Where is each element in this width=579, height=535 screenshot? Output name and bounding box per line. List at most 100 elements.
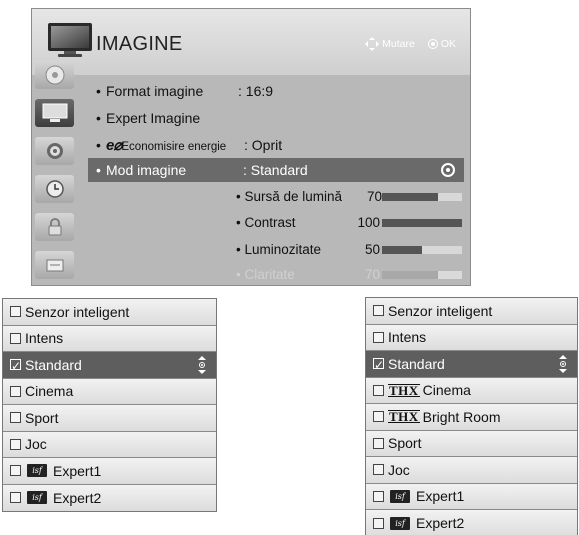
tv-icon <box>48 23 92 57</box>
checkbox-icon <box>373 305 384 317</box>
list-item-label: Expert1 <box>416 488 465 505</box>
list-item-intens[interactable]: Intens <box>366 324 577 351</box>
list-item-label: Expert1 <box>53 462 102 479</box>
hint-ok-text: OK <box>440 38 456 50</box>
menu-item-value: : Oprit <box>244 137 283 153</box>
list-item-label: Cinema <box>25 383 74 400</box>
thx-logo-icon: THX <box>388 409 420 425</box>
sidebar-audio[interactable] <box>35 137 74 165</box>
checkbox-icon <box>373 331 384 343</box>
checkbox-icon <box>10 332 21 344</box>
picture-mode-list-right: Senzor inteligent Intens Standard THX Ci… <box>365 297 578 535</box>
checkbox-icon <box>10 492 21 504</box>
list-item-sport[interactable]: Sport <box>3 405 216 432</box>
menu-item-picture-mode[interactable]: • Mod imagine : Standard <box>88 158 464 182</box>
list-item-sport[interactable]: Sport <box>366 430 577 457</box>
menu-item-aspect-ratio[interactable]: • Format imagine : 16:9 <box>88 79 464 103</box>
level-bar <box>382 219 462 227</box>
setting-sharpness[interactable]: • Claritate 70 <box>236 264 464 285</box>
sidebar-picture[interactable] <box>35 99 74 127</box>
navigation-hint: Mutare OK <box>365 37 456 51</box>
menu-item-label: Format imagine <box>106 83 204 99</box>
ok-button-icon <box>427 39 438 49</box>
list-item-standard[interactable]: Standard <box>366 351 577 378</box>
clock-icon <box>45 180 64 198</box>
checkbox-icon <box>10 412 21 424</box>
checkbox-icon <box>10 385 21 397</box>
list-item-label: Joc <box>388 461 410 478</box>
checkbox-icon <box>373 437 384 449</box>
list-item-joc[interactable]: Joc <box>366 457 577 484</box>
checkbox-icon <box>373 517 384 529</box>
list-item-senzor-inteligent[interactable]: Senzor inteligent <box>3 299 216 326</box>
move-arrows-icon <box>365 37 380 51</box>
list-item-expert2[interactable]: isf Expert2 <box>3 484 216 511</box>
sidebar-lock[interactable] <box>35 213 74 241</box>
isf-logo-icon: isf <box>27 464 47 478</box>
eco-icon: e⌀ <box>106 137 122 154</box>
menu-item-value: : 16:9 <box>238 83 274 99</box>
list-item-expert1[interactable]: isf Expert1 <box>366 483 577 510</box>
menu-title: IMAGINE <box>96 33 183 55</box>
isf-logo-icon: isf <box>27 491 47 505</box>
sidebar-options[interactable] <box>35 251 74 279</box>
picture-mode-list-left: Senzor inteligent Intens Standard Cinema… <box>2 298 217 512</box>
setting-contrast[interactable]: • Contrast 100 <box>236 212 464 234</box>
list-item-label: Bright Room <box>422 408 501 425</box>
checkbox-icon <box>373 384 384 396</box>
menu-header: IMAGINE Mutare OK <box>32 9 470 75</box>
checkbox-icon <box>10 306 21 318</box>
isf-logo-icon: isf <box>390 489 410 503</box>
list-item-standard[interactable]: Standard <box>3 352 216 379</box>
hint-move-text: Mutare <box>382 38 415 50</box>
menu-item-expert-picture[interactable]: • Expert Imagine <box>88 106 464 130</box>
list-item-senzor-inteligent[interactable]: Senzor inteligent <box>366 298 577 325</box>
side-menu <box>32 57 82 285</box>
list-item-expert1[interactable]: isf Expert1 <box>3 458 216 485</box>
sidebar-time[interactable] <box>35 175 74 203</box>
list-item-label: Sport <box>25 409 59 426</box>
list-item-thx-bright-room[interactable]: THX Bright Room <box>366 404 577 431</box>
checkbox-icon <box>373 411 384 423</box>
level-bar <box>382 193 462 201</box>
scroll-arrows-icon[interactable] <box>198 356 206 374</box>
level-bar <box>382 271 462 279</box>
thx-logo-icon: THX <box>388 382 420 398</box>
list-item-expert2[interactable]: isf Expert2 <box>366 510 577 535</box>
setting-backlight[interactable]: • Sursă de lumină 70 <box>236 186 464 208</box>
checkbox-icon <box>373 490 384 502</box>
list-item-label: Expert2 <box>53 489 102 506</box>
list-item-label: Senzor inteligent <box>388 302 493 319</box>
disc-icon <box>45 65 64 85</box>
menu-item-energy-saving[interactable]: • e⌀Economisire energie : Oprit <box>88 133 464 157</box>
menu-item-value: : Standard <box>243 162 308 178</box>
list-item-thx-cinema[interactable]: THX Cinema <box>366 377 577 404</box>
list-item-cinema[interactable]: Cinema <box>3 378 216 405</box>
menu-item-label: Mod imagine <box>106 162 187 178</box>
list-item-label: Intens <box>25 330 64 347</box>
list-item-label: Standard <box>388 355 445 372</box>
tv-icon <box>42 103 67 122</box>
list-item-label: Expert2 <box>416 515 465 532</box>
menu-item-label: Economisire energie <box>121 141 227 153</box>
checkbox-checked-icon <box>373 352 384 378</box>
picture-settings-list: • Format imagine : 16:9 • Expert Imagine… <box>88 75 464 285</box>
sidebar-setup[interactable] <box>35 61 74 89</box>
level-bar <box>382 246 462 254</box>
list-item-intens[interactable]: Intens <box>3 325 216 352</box>
list-item-label: Senzor inteligent <box>25 303 130 320</box>
checkbox-checked-icon <box>10 353 21 379</box>
checkbox-icon <box>10 438 21 450</box>
lock-icon <box>48 218 61 236</box>
list-item-label: Cinema <box>422 382 471 399</box>
setting-brightness[interactable]: • Luminozitate 50 <box>236 239 464 261</box>
menu-item-label: Expert Imagine <box>106 110 201 126</box>
picture-menu-panel: IMAGINE Mutare OK • Format imagine: 16:… <box>31 8 471 286</box>
list-item-label: Joc <box>25 436 47 453</box>
scroll-arrows-icon[interactable] <box>559 355 567 373</box>
checkbox-icon <box>10 465 21 477</box>
radio-selected-icon <box>441 163 455 177</box>
speaker-icon <box>46 143 63 159</box>
list-item-joc[interactable]: Joc <box>3 431 216 458</box>
isf-logo-icon: isf <box>390 516 410 530</box>
